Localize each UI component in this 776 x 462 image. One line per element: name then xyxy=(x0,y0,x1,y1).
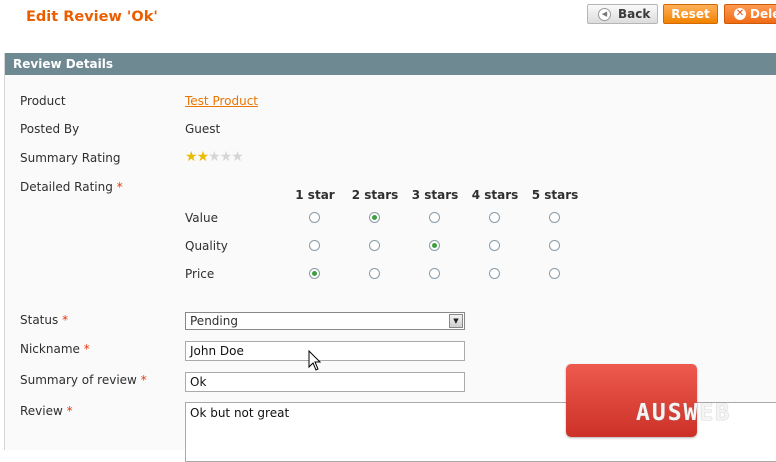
panel-header: Review Details xyxy=(5,53,776,75)
rating-radio[interactable] xyxy=(309,268,320,279)
rating-column-header: 5 stars xyxy=(531,188,579,202)
rating-radio[interactable] xyxy=(489,212,500,223)
required-mark: * xyxy=(140,373,147,387)
rating-radio[interactable] xyxy=(429,212,440,223)
rating-radio[interactable] xyxy=(549,240,560,251)
rating-radio[interactable] xyxy=(489,240,500,251)
nickname-input[interactable]: John Doe xyxy=(185,341,465,361)
nickname-label: Nickname * xyxy=(20,342,90,356)
rating-radio[interactable] xyxy=(369,240,380,251)
posted-by-label: Posted By xyxy=(20,122,80,136)
rating-radio[interactable] xyxy=(489,268,500,279)
page-header: Edit Review 'Ok' ◀ Back Reset ✕ Dele xyxy=(0,0,776,34)
review-label-text: Review xyxy=(20,404,63,418)
rating-column-header: 2 stars xyxy=(351,188,399,202)
review-label: Review * xyxy=(20,404,73,418)
detailed-rating-label-text: Detailed Rating xyxy=(20,180,113,194)
star-empty-icon: ★ xyxy=(208,149,221,165)
rating-radio[interactable] xyxy=(429,268,440,279)
rating-row-label: Quality xyxy=(185,239,228,253)
product-label: Product xyxy=(20,94,66,108)
watermark-logo-icon: AUSWEB xyxy=(636,400,732,426)
star-filled-icon: ★ xyxy=(196,149,210,165)
rating-row-label: Price xyxy=(185,267,215,281)
reset-button-label: Reset xyxy=(671,7,710,21)
back-button-label: Back xyxy=(618,7,651,21)
rating-row-label: Value xyxy=(185,211,218,225)
rating-column-header: 3 stars xyxy=(411,188,459,202)
nickname-label-text: Nickname xyxy=(20,342,80,356)
reset-button[interactable]: Reset xyxy=(663,4,718,24)
delete-icon: ✕ xyxy=(734,8,746,20)
delete-button-label: Dele xyxy=(750,7,776,21)
rating-radio[interactable] xyxy=(369,268,380,279)
summary-of-review-label: Summary of review * xyxy=(20,373,147,387)
summary-rating-stars: ★★★★★ xyxy=(185,149,244,165)
rating-column-header: 4 stars xyxy=(471,188,519,202)
rating-radio[interactable] xyxy=(369,212,380,223)
delete-button[interactable]: ✕ Dele xyxy=(724,4,776,24)
status-label: Status * xyxy=(20,313,68,327)
posted-by-value: Guest xyxy=(185,122,221,136)
status-label-text: Status xyxy=(20,313,59,327)
rating-radio[interactable] xyxy=(549,268,560,279)
summary-of-review-input[interactable]: Ok xyxy=(185,372,465,392)
summary-of-review-label-text: Summary of review xyxy=(20,373,137,387)
mouse-cursor-icon xyxy=(308,350,322,371)
detailed-rating-label: Detailed Rating * xyxy=(20,180,123,194)
chevron-down-icon[interactable]: ▼ xyxy=(449,314,463,328)
product-link[interactable]: Test Product xyxy=(185,94,258,108)
required-mark: * xyxy=(116,180,123,194)
star-filled-icon: ★ xyxy=(185,149,198,165)
page-title: Edit Review 'Ok' xyxy=(26,9,158,25)
rating-radio[interactable] xyxy=(309,212,320,223)
rating-radio[interactable] xyxy=(429,240,440,251)
required-mark: * xyxy=(83,342,90,356)
star-empty-icon: ★ xyxy=(219,149,233,165)
rating-radio[interactable] xyxy=(309,240,320,251)
rating-column-header: 1 star xyxy=(295,188,335,202)
back-arrow-icon: ◀ xyxy=(598,7,611,21)
required-mark: * xyxy=(66,404,73,418)
review-text: Ok but not great xyxy=(190,406,290,420)
status-select-value: Pending xyxy=(190,314,238,328)
star-empty-icon: ★ xyxy=(231,149,244,165)
rating-radio[interactable] xyxy=(549,212,560,223)
back-button[interactable]: ◀ Back xyxy=(587,4,658,24)
summary-rating-label: Summary Rating xyxy=(20,151,121,165)
required-mark: * xyxy=(62,313,69,327)
status-select[interactable]: Pending ▼ xyxy=(185,312,465,330)
